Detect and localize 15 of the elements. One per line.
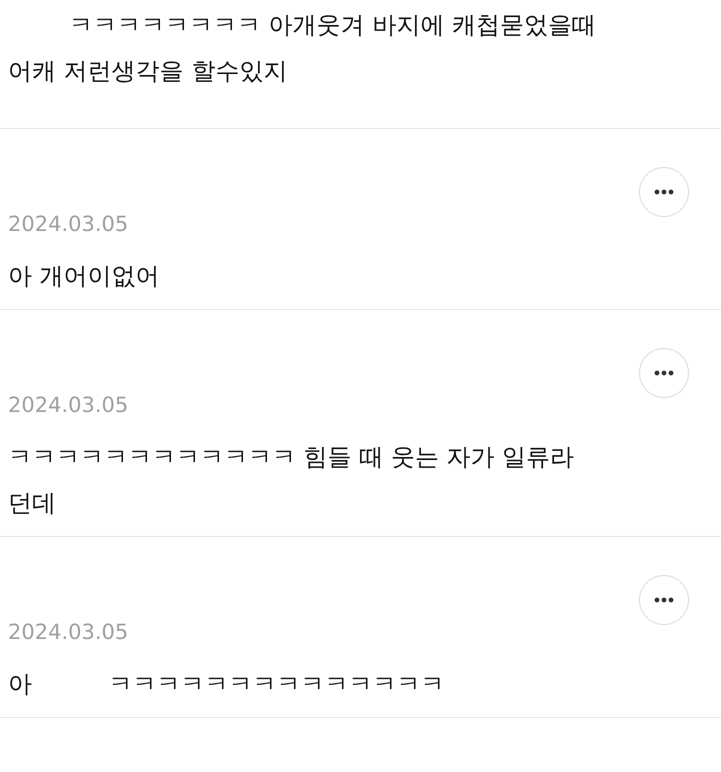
comment-date: 2024.03.05 xyxy=(8,619,130,646)
more-icon xyxy=(654,597,674,603)
comment-text: 어캐 저런생각을 할수있지 xyxy=(8,56,288,87)
comment-date: 2024.03.05 xyxy=(8,392,130,419)
comment-date: 2024.03.05 xyxy=(8,211,130,238)
more-button[interactable] xyxy=(639,575,689,625)
more-button[interactable] xyxy=(639,167,689,217)
comment-text: ㅋㅋㅋㅋㅋㅋㅋㅋㅋㅋㅋㅋ 힘들 때 웃는 자가 일류라 xyxy=(8,442,576,473)
comment-text: 아 ㅋㅋㅋㅋㅋㅋㅋㅋㅋㅋㅋㅋㅋㅋ xyxy=(8,669,446,700)
more-button[interactable] xyxy=(639,348,689,398)
comment-text: 아 개어이없어 xyxy=(8,261,161,292)
comment-text: ㅋㅋㅋㅋㅋㅋㅋㅋ 아개웃겨 바지에 캐첩묻었을때 xyxy=(68,10,597,41)
more-icon xyxy=(654,370,674,376)
more-icon xyxy=(654,189,674,195)
comment-text: 던데 xyxy=(8,488,57,519)
